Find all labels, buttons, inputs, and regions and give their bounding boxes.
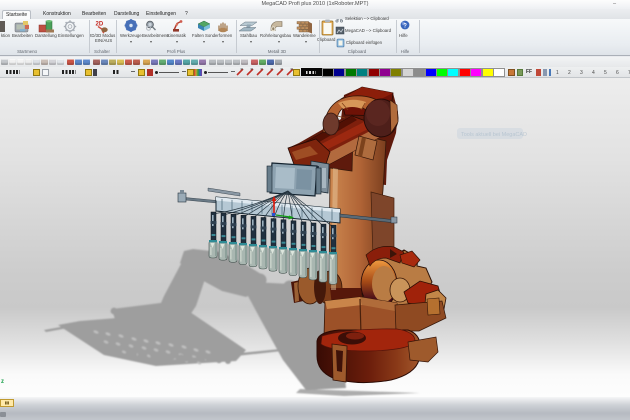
svg-text:z: z xyxy=(1,379,4,385)
svg-text:?: ? xyxy=(403,24,407,30)
svg-text:Tools aktuell bei MegaCAD: Tools aktuell bei MegaCAD xyxy=(461,132,527,138)
svg-text:2D: 2D xyxy=(96,22,104,28)
